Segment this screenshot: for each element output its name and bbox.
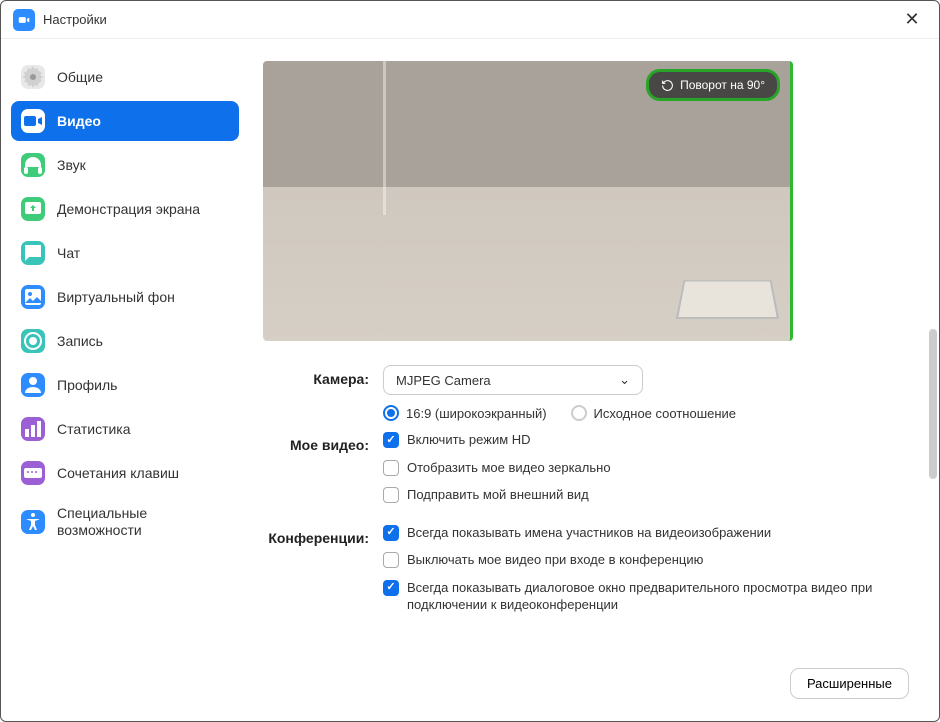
myvideo-option-1[interactable]: Отобразить мое видео зеркально <box>383 459 909 477</box>
sidebar-item-headphones[interactable]: Звук <box>11 145 239 185</box>
headphones-icon <box>21 153 45 177</box>
settings-form: Камера: MJPEG Camera ⌄ 16:9 (широкоэкран… <box>263 365 909 624</box>
video-preview: Поворот на 90° <box>263 61 793 341</box>
preview-image <box>263 61 790 341</box>
background-icon <box>21 285 45 309</box>
checkbox-icon <box>383 487 399 503</box>
titlebar: Настройки ✕ <box>1 1 939 39</box>
sidebar-item-label: Виртуальный фон <box>57 289 175 306</box>
scrollbar[interactable] <box>929 329 937 479</box>
checkbox-label: Выключать мое видео при входе в конферен… <box>407 551 703 569</box>
sidebar-item-background[interactable]: Виртуальный фон <box>11 277 239 317</box>
myvideo-label: Мое видео: <box>263 431 383 453</box>
camera-select[interactable]: MJPEG Camera ⌄ <box>383 365 643 395</box>
sidebar-item-keyboard[interactable]: Сочетания клавиш <box>11 453 239 493</box>
aspect-original-radio[interactable]: Исходное соотношение <box>571 405 737 421</box>
close-button[interactable]: ✕ <box>897 5 927 35</box>
checkbox-icon <box>383 432 399 448</box>
rotate-icon <box>661 79 674 92</box>
sidebar-item-label: Чат <box>57 245 80 262</box>
settings-window: Настройки ✕ Общие Видео Звук Демонстрация э… <box>0 0 940 722</box>
profile-icon <box>21 373 45 397</box>
sidebar-item-profile[interactable]: Профиль <box>11 365 239 405</box>
sidebar-item-accessibility[interactable]: Специальные возможности <box>11 497 239 547</box>
sidebar-item-label: Демонстрация экрана <box>57 201 200 218</box>
checkbox-icon <box>383 552 399 568</box>
sidebar-item-label: Специальные возможности <box>57 505 229 539</box>
sidebar-item-stats[interactable]: Статистика <box>11 409 239 449</box>
stats-icon <box>21 417 45 441</box>
sidebar: Общие Видео Звук Демонстрация экрана Чат Вирт… <box>1 39 249 721</box>
rotate-label: Поворот на 90° <box>680 78 765 92</box>
sidebar-item-label: Статистика <box>57 421 131 438</box>
aspect-wide-radio[interactable]: 16:9 (широкоэкранный) <box>383 405 547 421</box>
sidebar-item-label: Общие <box>57 69 103 86</box>
sidebar-item-record[interactable]: Запись <box>11 321 239 361</box>
camera-value: MJPEG Camera <box>396 373 491 388</box>
checkbox-icon <box>383 460 399 476</box>
conferences-label: Конференции: <box>263 524 383 546</box>
sidebar-item-label: Сочетания клавиш <box>57 465 179 482</box>
radio-icon <box>571 405 587 421</box>
app-icon <box>13 9 35 31</box>
share-icon <box>21 197 45 221</box>
chat-icon <box>21 241 45 265</box>
chevron-down-icon: ⌄ <box>619 372 630 388</box>
camera-label: Камера: <box>263 365 383 387</box>
sidebar-item-camera[interactable]: Видео <box>11 101 239 141</box>
checkbox-label: Всегда показывать диалоговое окно предва… <box>407 579 909 614</box>
keyboard-icon <box>21 461 45 485</box>
sidebar-item-label: Видео <box>57 113 101 130</box>
checkbox-label: Отобразить мое видео зеркально <box>407 459 611 477</box>
accessibility-icon <box>21 510 45 534</box>
window-body: Общие Видео Звук Демонстрация экрана Чат Вирт… <box>1 39 939 721</box>
rotate-90-button[interactable]: Поворот на 90° <box>646 69 780 101</box>
sidebar-item-label: Запись <box>57 333 103 350</box>
checkbox-label: Подправить мой внешний вид <box>407 486 589 504</box>
checkbox-icon <box>383 580 399 596</box>
checkbox-icon <box>383 525 399 541</box>
sidebar-item-label: Профиль <box>57 377 117 394</box>
checkbox-label: Всегда показывать имена участников на ви… <box>407 524 771 542</box>
advanced-button[interactable]: Расширенные <box>790 668 909 699</box>
myvideo-option-2[interactable]: Подправить мой внешний вид <box>383 486 909 504</box>
radio-icon <box>383 405 399 421</box>
record-icon <box>21 329 45 353</box>
conference-option-0[interactable]: Всегда показывать имена участников на ви… <box>383 524 909 542</box>
camera-icon <box>21 109 45 133</box>
checkbox-label: Включить режим HD <box>407 431 531 449</box>
gear-icon <box>21 65 45 89</box>
sidebar-item-chat[interactable]: Чат <box>11 233 239 273</box>
conference-option-2[interactable]: Всегда показывать диалоговое окно предва… <box>383 579 909 614</box>
sidebar-item-share[interactable]: Демонстрация экрана <box>11 189 239 229</box>
content-area: Поворот на 90° Камера: MJPEG Camera ⌄ <box>249 39 939 721</box>
conference-option-1[interactable]: Выключать мое видео при входе в конферен… <box>383 551 909 569</box>
sidebar-item-label: Звук <box>57 157 86 174</box>
myvideo-option-0[interactable]: Включить режим HD <box>383 431 909 449</box>
sidebar-item-gear[interactable]: Общие <box>11 57 239 97</box>
window-title: Настройки <box>43 12 897 27</box>
